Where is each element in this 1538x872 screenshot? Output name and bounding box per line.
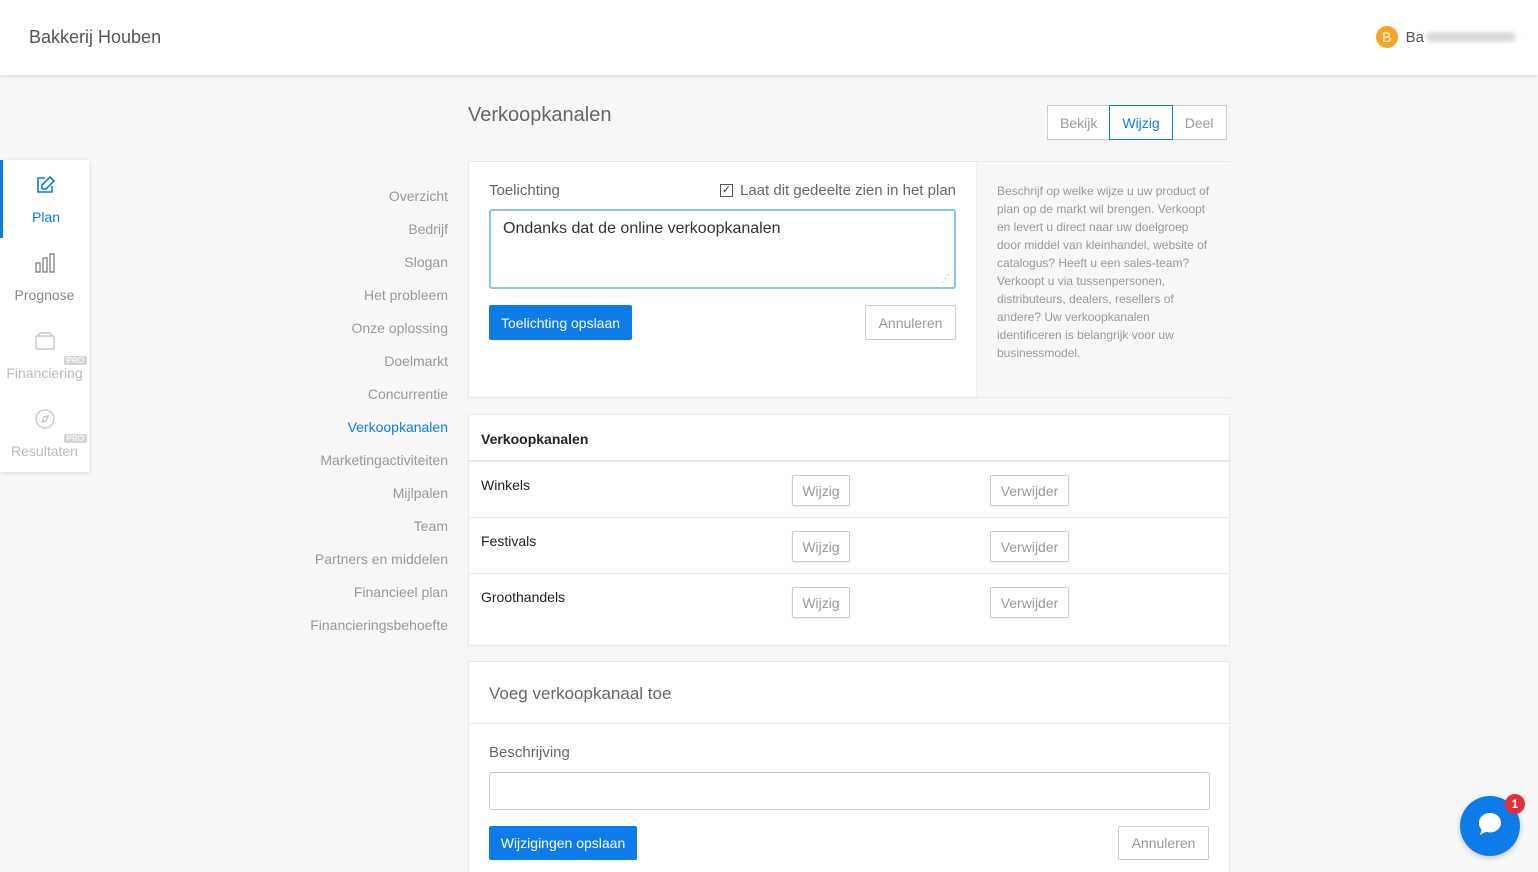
unread-badge: 1 [1505, 794, 1525, 814]
channel-name: Winkels [481, 477, 531, 493]
top-bar: Bakkerij Houben B Ba [0, 0, 1538, 75]
rail-item-financiering[interactable]: Financiering PRO [0, 316, 89, 394]
rail-label: Prognose [14, 286, 75, 303]
pro-badge: PRO [63, 356, 87, 365]
save-changes-button[interactable]: Wijzigingen opslaan [489, 826, 637, 860]
app-title: Bakkerij Houben [29, 27, 162, 47]
pro-badge: PRO [63, 434, 87, 443]
show-in-plan-checkbox[interactable]: ✓ [720, 184, 733, 197]
section-nav-item[interactable]: Partners en middelen [290, 549, 448, 570]
explanation-textarea[interactable]: Ondanks dat de online verkoopkanalen ⋰ [489, 209, 956, 289]
show-in-plan-label: Laat dit gedeelte zien in het plan [740, 182, 956, 199]
explanation-card: Toelichting ✓ Laat dit gedeelte zien in … [468, 161, 1230, 398]
delete-channel-button[interactable]: Verwijder [990, 587, 1069, 618]
rail-label: Resultaten [11, 442, 78, 459]
edit-channel-button[interactable]: Wijzig [792, 531, 850, 562]
delete-channel-button[interactable]: Verwijder [990, 475, 1069, 506]
user-menu[interactable]: B Ba [1375, 26, 1516, 48]
channel-name: Festivals [481, 533, 537, 549]
table-row: Groothandels Wijzig Verwijder [469, 574, 1229, 630]
compass-icon [34, 408, 56, 435]
chat-bubble-icon [1475, 809, 1505, 844]
main-nav-rail: Plan Prognose Financiering PRO Resultate… [0, 160, 89, 472]
show-in-plan-toggle[interactable]: ✓ Laat dit gedeelte zien in het plan [720, 182, 956, 199]
section-nav-item[interactable]: Verkoopkanalen [290, 417, 448, 438]
rail-item-plan[interactable]: Plan [0, 160, 89, 238]
user-name-redacted [1426, 32, 1516, 42]
description-label: Beschrijving [489, 744, 570, 761]
bar-chart-icon [34, 252, 56, 279]
section-nav-item[interactable]: Financieringsbehoefte [290, 615, 448, 636]
help-text: Beschrijf op welke wijze u uw product of… [976, 162, 1230, 397]
explanation-label: Toelichting [489, 182, 560, 199]
section-nav-item[interactable]: Team [290, 516, 448, 537]
section-nav-item[interactable]: Marketingactiviteiten [290, 450, 448, 471]
view-mode-wijzig[interactable]: Wijzig [1109, 105, 1173, 140]
rail-item-resultaten[interactable]: Resultaten PRO [0, 394, 89, 472]
channels-table: Verkoopkanalen Winkels Wijzig Verwijder … [468, 414, 1230, 646]
add-channel-card: Voeg verkoopkanaal toe Beschrijving Wijz… [468, 661, 1230, 872]
edit-icon [35, 174, 57, 201]
wallet-icon [34, 330, 56, 357]
table-row: Winkels Wijzig Verwijder [469, 462, 1229, 518]
user-name: Ba [1405, 28, 1424, 46]
section-nav-item[interactable]: Doelmarkt [290, 351, 448, 372]
cancel-add-button[interactable]: Annuleren [1118, 826, 1209, 860]
section-nav-item[interactable]: Het probleem [290, 285, 448, 306]
view-mode-toggle: Bekijk Wijzig Deel [1047, 105, 1227, 140]
explanation-text: Ondanks dat de online verkoopkanalen [503, 220, 781, 237]
section-nav-item[interactable]: Slogan [290, 252, 448, 273]
section-nav-item[interactable]: Concurrentie [290, 384, 448, 405]
page-title: Verkoopkanalen [468, 104, 612, 126]
channel-name: Groothandels [481, 589, 566, 605]
section-nav: Overzicht Bedrijf Slogan Het probleem Onze o… [290, 186, 448, 648]
cancel-explanation-button[interactable]: Annuleren [865, 305, 956, 340]
resize-handle-icon[interactable]: ⋰ [941, 273, 950, 284]
avatar: B [1375, 26, 1398, 48]
table-header: Verkoopkanalen [469, 415, 1229, 462]
view-mode-bekijk[interactable]: Bekijk [1047, 105, 1111, 140]
view-mode-deel[interactable]: Deel [1171, 105, 1227, 140]
edit-channel-button[interactable]: Wijzig [792, 475, 850, 506]
rail-item-prognose[interactable]: Prognose [0, 238, 89, 316]
rail-label: Financiering [6, 364, 83, 381]
section-nav-item[interactable]: Onze oplossing [290, 318, 448, 339]
save-explanation-button[interactable]: Toelichting opslaan [489, 305, 632, 340]
delete-channel-button[interactable]: Verwijder [990, 531, 1069, 562]
section-nav-item[interactable]: Mijlpalen [290, 483, 448, 504]
description-input[interactable] [489, 772, 1210, 810]
edit-channel-button[interactable]: Wijzig [792, 587, 850, 618]
rail-label: Plan [31, 208, 61, 225]
section-nav-item[interactable]: Bedrijf [290, 219, 448, 240]
add-channel-title: Voeg verkoopkanaal toe [469, 662, 1229, 724]
section-nav-item[interactable]: Financieel plan [290, 582, 448, 603]
section-nav-item[interactable]: Overzicht [290, 186, 448, 207]
table-row: Festivals Wijzig Verwijder [469, 518, 1229, 574]
